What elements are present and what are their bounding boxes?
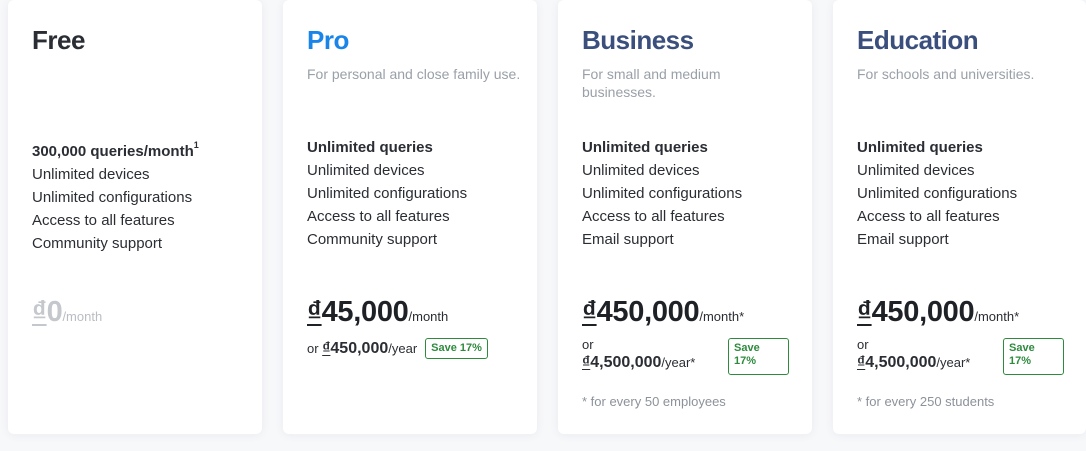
currency-symbol: ₫ — [857, 296, 872, 328]
price-yearly: or ₫4,500,000/year* — [582, 336, 695, 372]
feature-item: Access to all features — [582, 208, 725, 225]
plan-name: Education — [857, 25, 979, 55]
alt-unit: /year* — [661, 355, 696, 370]
plan-description: For small and medium businesses. — [582, 66, 721, 100]
price-unit: /month* — [974, 309, 1020, 324]
alt-amount: 4,500,000 — [865, 354, 937, 371]
price-amount: 45,000 — [321, 296, 409, 328]
price-monthly: ₫450,000/month* — [857, 296, 1019, 329]
feature-item: Access to all features — [307, 208, 450, 225]
feature-item: Unlimited devices — [582, 162, 700, 179]
currency-symbol: ₫ — [582, 296, 597, 328]
footnote: * for every 250 students — [857, 394, 995, 409]
currency-symbol: ₫ — [582, 354, 591, 371]
price-amount: 0 — [46, 296, 63, 328]
feature-item: 300,000 queries/month1 — [32, 140, 199, 160]
footnote: * for every 50 employees — [582, 394, 726, 409]
alt-prefix: or — [857, 337, 869, 352]
plan-description: For personal and close family use. — [307, 66, 521, 82]
feature-item: Unlimited devices — [32, 166, 150, 183]
plan-name: Free — [32, 25, 85, 55]
feature-item: Unlimited configurations — [582, 185, 743, 202]
pricing-section: Free 300,000 queries/month1 Unlimited de… — [0, 0, 1086, 451]
alt-unit: /year — [388, 340, 418, 356]
feature-item: Unlimited devices — [307, 162, 425, 179]
feature-item: Email support — [857, 231, 949, 248]
feature-list: Unlimited queries Unlimited devices Unli… — [307, 136, 527, 251]
plan-card-business: Business For small and medium businesses… — [558, 0, 812, 434]
feature-item: Unlimited queries — [582, 139, 708, 156]
price-yearly: or ₫4,500,000/year* — [857, 336, 970, 372]
feature-list: 300,000 queries/month1 Unlimited devices… — [32, 136, 252, 255]
plan-name: Pro — [307, 25, 349, 55]
feature-item: Unlimited queries — [857, 139, 983, 156]
price-amount: 450,000 — [596, 296, 700, 328]
feature-item: Unlimited configurations — [32, 189, 193, 206]
currency-symbol: ₫ — [32, 296, 47, 328]
plan-card-pro: Pro For personal and close family use. U… — [283, 0, 537, 434]
plan-card-free: Free 300,000 queries/month1 Unlimited de… — [8, 0, 262, 434]
currency-symbol: ₫ — [307, 296, 322, 328]
save-badge: Save 17% — [425, 338, 488, 359]
price-unit: /month* — [699, 309, 745, 324]
save-badge: Save 17% — [1003, 338, 1064, 375]
alt-amount: 450,000 — [330, 339, 389, 357]
price-yearly: or ₫450,000/year Save 17% — [307, 338, 488, 359]
price-monthly: ₫45,000/month — [307, 296, 448, 329]
price-unit: /month — [62, 309, 103, 324]
alt-prefix: or — [582, 337, 594, 352]
feature-item: Unlimited configurations — [857, 185, 1018, 202]
price-monthly: ₫0/month — [32, 296, 102, 329]
feature-item: Unlimited configurations — [307, 185, 468, 202]
feature-item: Access to all features — [32, 212, 175, 229]
footnote-marker: 1 — [193, 140, 199, 150]
currency-symbol: ₫ — [857, 354, 866, 371]
price-unit: /month — [408, 309, 449, 324]
plan-description: For schools and universities. — [857, 66, 1035, 82]
feature-item: Unlimited devices — [857, 162, 975, 179]
alt-unit: /year* — [936, 355, 971, 370]
alt-prefix: or — [307, 340, 319, 356]
plan-name: Business — [582, 25, 694, 55]
save-badge: Save 17% — [728, 338, 789, 375]
feature-item: Community support — [307, 231, 438, 248]
feature-list: Unlimited queries Unlimited devices Unli… — [857, 136, 1076, 251]
price-amount: 450,000 — [871, 296, 975, 328]
feature-item: Unlimited queries — [307, 139, 433, 156]
feature-item: Community support — [32, 235, 163, 252]
feature-list: Unlimited queries Unlimited devices Unli… — [582, 136, 802, 251]
feature-item: Access to all features — [857, 208, 1000, 225]
alt-amount: 4,500,000 — [590, 354, 662, 371]
feature-item: Email support — [582, 231, 674, 248]
price-monthly: ₫450,000/month* — [582, 296, 744, 329]
plan-card-education: Education For schools and universities. … — [833, 0, 1086, 434]
